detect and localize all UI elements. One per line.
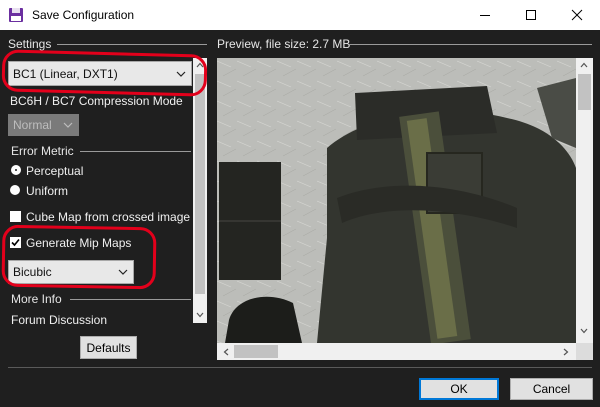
annotation-circle-mipmaps: [1, 224, 157, 290]
title-bar: Save Configuration: [0, 0, 600, 30]
error-metric-divider: [80, 151, 191, 152]
chevron-left-icon: [223, 348, 229, 356]
cube-map-label: Cube Map from crossed image: [26, 210, 191, 224]
maximize-button[interactable]: [508, 0, 554, 30]
chevron-down-icon: [63, 122, 73, 128]
scroll-corner: [576, 343, 593, 360]
minimize-icon: [480, 15, 490, 16]
forum-discussion-link[interactable]: Forum Discussion: [11, 313, 107, 327]
preview-horizontal-thumb[interactable]: [234, 345, 278, 358]
close-button[interactable]: [554, 0, 600, 30]
settings-divider: [57, 44, 207, 45]
chevron-down-icon: [580, 328, 588, 334]
chevron-down-icon: [196, 312, 204, 318]
footer-divider: [8, 367, 592, 368]
bc6h-compression-value: Normal: [13, 118, 52, 132]
minimize-button[interactable]: [462, 0, 508, 30]
maximize-icon: [526, 10, 536, 20]
cancel-button[interactable]: Cancel: [510, 378, 593, 400]
floppy-disk-icon: [9, 8, 23, 22]
uniform-radio[interactable]: [10, 185, 20, 195]
settings-section-label: Settings: [8, 37, 52, 51]
perceptual-radio[interactable]: [12, 166, 20, 174]
cube-map-checkbox[interactable]: [10, 211, 21, 222]
preview-vertical-scrollbar[interactable]: [576, 58, 593, 343]
settings-scrollbar-thumb[interactable]: [195, 74, 205, 294]
chevron-up-icon: [580, 62, 588, 68]
texture-preview-svg: [217, 58, 576, 343]
ok-button[interactable]: OK: [419, 378, 499, 400]
preview-label: Preview, file size: 2.7 MB: [217, 37, 351, 51]
bc6h-compression-select[interactable]: Normal: [8, 114, 79, 136]
chevron-right-icon: [563, 348, 569, 356]
uniform-label: Uniform: [26, 184, 69, 198]
more-info-divider: [70, 299, 191, 300]
preview-horizontal-scrollbar[interactable]: [217, 343, 593, 360]
defaults-button[interactable]: Defaults: [80, 336, 137, 359]
annotation-circle-format: [1, 49, 208, 97]
settings-scrollbar[interactable]: [193, 58, 207, 323]
more-info-label: More Info: [11, 292, 62, 306]
error-metric-label: Error Metric: [11, 144, 74, 158]
window-title: Save Configuration: [32, 8, 135, 22]
bc6h-compression-label: BC6H / BC7 Compression Mode: [10, 94, 183, 108]
preview-vertical-thumb[interactable]: [578, 74, 591, 110]
perceptual-label: Perceptual: [26, 164, 84, 178]
preview-divider: [349, 44, 592, 45]
texture-preview-image: [217, 58, 576, 343]
close-icon: [571, 9, 583, 21]
